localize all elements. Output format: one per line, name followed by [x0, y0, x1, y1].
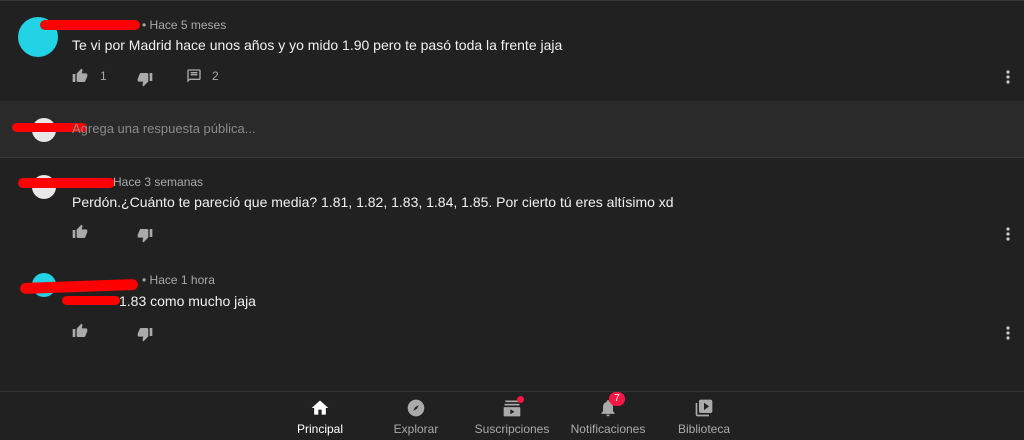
home-icon — [311, 400, 329, 415]
nav-principal[interactable]: Principal — [275, 398, 365, 436]
thumb-down-icon — [137, 73, 153, 87]
reply-count: 2 — [212, 69, 219, 83]
redacted-mention — [62, 296, 120, 305]
nav-label: Suscripciones — [474, 422, 550, 436]
more-options-icon[interactable] — [1006, 325, 1010, 341]
like-button[interactable] — [72, 323, 88, 339]
like-count: 1 — [100, 69, 107, 83]
comment-meta: • Hace 5 meses — [142, 18, 227, 32]
like-button[interactable] — [72, 224, 88, 240]
thumb-down-icon — [137, 229, 153, 243]
comment-meta: Hace 3 semanas — [113, 175, 204, 189]
nav-biblioteca[interactable]: Biblioteca — [659, 398, 749, 436]
dislike-button[interactable] — [137, 71, 153, 87]
reply-placeholder[interactable]: Agrega una respuesta pública... — [72, 121, 256, 136]
dislike-button[interactable] — [137, 227, 153, 243]
nav-label: Biblioteca — [677, 422, 731, 436]
dislike-button[interactable] — [137, 326, 153, 342]
thumb-up-icon — [72, 323, 88, 337]
nav-notificaciones[interactable]: 7 Notificaciones — [563, 392, 653, 436]
new-content-dot — [517, 396, 524, 403]
nav-label: Principal — [296, 422, 344, 436]
replies-button[interactable]: 2 — [186, 68, 219, 84]
nav-label: Notificaciones — [570, 422, 646, 436]
thumb-down-icon — [137, 328, 153, 342]
nav-label: Explorar — [393, 422, 439, 436]
comment-text: Perdón.¿Cuánto te pareció que media? 1.8… — [72, 194, 674, 210]
comment-text: 1.83 como mucho jaja — [119, 293, 256, 309]
comment-meta: • Hace 1 hora — [142, 273, 215, 287]
reply-input-bar[interactable]: Agrega una respuesta pública... — [0, 101, 1024, 158]
more-options-icon[interactable] — [1006, 69, 1010, 85]
compass-icon — [407, 399, 425, 417]
thumb-up-icon — [72, 224, 88, 238]
nav-explorar[interactable]: Explorar — [371, 398, 461, 436]
nav-suscripciones[interactable]: Suscripciones — [467, 396, 557, 436]
thumb-up-icon — [72, 68, 88, 82]
library-icon — [695, 399, 713, 417]
bottom-navigation: Principal Explorar Suscripciones 7 Notif… — [0, 391, 1024, 440]
top-divider — [0, 0, 1024, 1]
comment-icon — [187, 69, 201, 83]
redacted-username — [18, 178, 115, 188]
redacted-username — [40, 20, 140, 30]
like-button[interactable]: 1 — [72, 68, 107, 84]
notification-badge: 7 — [609, 392, 625, 406]
more-options-icon[interactable] — [1006, 226, 1010, 242]
comment-text: Te vi por Madrid hace unos años y yo mid… — [72, 37, 563, 53]
